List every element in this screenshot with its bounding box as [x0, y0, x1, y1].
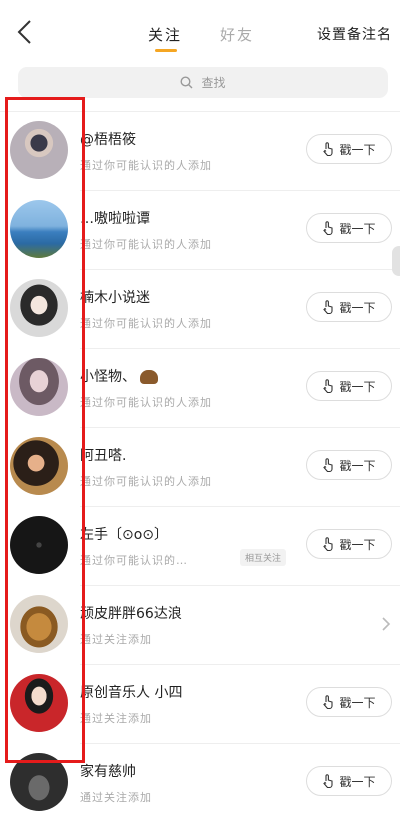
contact-row[interactable]: 小怪物、 通过你可能认识的人添加 戳一下	[0, 349, 400, 428]
contact-name: 顽皮胖胖66达浪	[80, 606, 182, 622]
contact-source: 通过关注添加	[80, 633, 152, 646]
avatar[interactable]	[10, 200, 68, 258]
avatar[interactable]	[10, 674, 68, 732]
poke-label: 戳一下	[339, 774, 376, 789]
tap-finger-icon	[323, 142, 334, 156]
search-input[interactable]: 查找	[18, 67, 388, 98]
set-remark-name-button[interactable]: 设置备注名	[317, 24, 392, 44]
poke-label: 戳一下	[339, 142, 376, 157]
tap-finger-icon	[323, 379, 334, 393]
poke-button[interactable]: 戳一下	[306, 134, 392, 164]
side-drag-handle[interactable]	[392, 246, 400, 276]
mutual-follow-badge: 相互关注	[240, 549, 287, 566]
poke-button[interactable]: 戳一下	[306, 687, 392, 717]
contact-row[interactable]: @梧梧筱 通过你可能认识的人添加 戳一下	[0, 112, 400, 191]
contact-row[interactable]: 原创音乐人 小四 通过关注添加 戳一下	[0, 665, 400, 744]
back-arrow-icon[interactable]	[14, 18, 36, 46]
poke-label: 戳一下	[339, 221, 376, 236]
contact-source: 通过你可能认识的人添加	[80, 159, 212, 172]
contact-source: 通过你可能认识的人添加	[80, 317, 212, 330]
chevron-right-icon[interactable]	[380, 616, 392, 632]
poke-label: 戳一下	[339, 458, 376, 473]
contact-name: 楠木小说迷	[80, 290, 150, 306]
contact-source: 通过你可能认识的人添加	[80, 396, 212, 409]
poke-button[interactable]: 戳一下	[306, 450, 392, 480]
contact-row[interactable]: 家有慈帅 通过关注添加 戳一下	[0, 744, 400, 823]
tap-finger-icon	[323, 458, 334, 472]
poke-label: 戳一下	[339, 537, 376, 552]
active-tab-indicator	[155, 49, 177, 52]
contact-source: 通过你可能认识的…	[80, 554, 188, 567]
poke-button[interactable]: 戳一下	[306, 529, 392, 559]
avatar[interactable]	[10, 595, 68, 653]
monkey-emoji-icon	[140, 370, 158, 384]
contact-name: 左手〔⊙o⊙〕	[80, 527, 169, 543]
tab-following[interactable]: 关注	[148, 24, 182, 45]
avatar[interactable]	[10, 279, 68, 337]
avatar[interactable]	[10, 516, 68, 574]
contact-name: @梧梧筱	[80, 132, 136, 148]
avatar[interactable]	[10, 121, 68, 179]
poke-label: 戳一下	[339, 695, 376, 710]
poke-label: 戳一下	[339, 300, 376, 315]
contact-name: 小怪物、	[80, 366, 158, 386]
contact-row[interactable]: 顽皮胖胖66达浪 通过关注添加	[0, 586, 400, 665]
search-icon	[180, 76, 193, 89]
avatar[interactable]	[10, 358, 68, 416]
tab-friends[interactable]: 好友	[220, 24, 254, 45]
avatar[interactable]	[10, 753, 68, 811]
poke-button[interactable]: 戳一下	[306, 213, 392, 243]
contact-row[interactable]: 楠木小说迷 通过你可能认识的人添加 戳一下	[0, 270, 400, 349]
avatar[interactable]	[10, 437, 68, 495]
contact-source: 通过关注添加	[80, 712, 152, 725]
poke-button[interactable]: 戳一下	[306, 292, 392, 322]
tap-finger-icon	[323, 300, 334, 314]
tap-finger-icon	[323, 537, 334, 551]
tap-finger-icon	[323, 221, 334, 235]
contact-name: …嗷啦啦谭	[80, 211, 150, 227]
search-placeholder: 查找	[201, 76, 226, 90]
contact-source: 通过你可能认识的人添加	[80, 475, 212, 488]
poke-label: 戳一下	[339, 379, 376, 394]
tap-finger-icon	[323, 774, 334, 788]
tap-finger-icon	[323, 695, 334, 709]
top-bar: 关注 好友 设置备注名	[0, 0, 400, 60]
contact-row[interactable]: …嗷啦啦谭 通过你可能认识的人添加 戳一下	[0, 191, 400, 270]
contact-row[interactable]: 阿丑嗒. 通过你可能认识的人添加 戳一下	[0, 428, 400, 507]
poke-button[interactable]: 戳一下	[306, 371, 392, 401]
contact-row[interactable]: 左手〔⊙o⊙〕 通过你可能认识的… 相互关注 戳一下	[0, 507, 400, 586]
poke-button[interactable]: 戳一下	[306, 766, 392, 796]
contact-source: 通过你可能认识的人添加	[80, 238, 212, 251]
contact-name: 家有慈帅	[80, 764, 136, 780]
contact-name: 阿丑嗒.	[80, 448, 127, 464]
contact-name: 原创音乐人 小四	[80, 685, 183, 701]
